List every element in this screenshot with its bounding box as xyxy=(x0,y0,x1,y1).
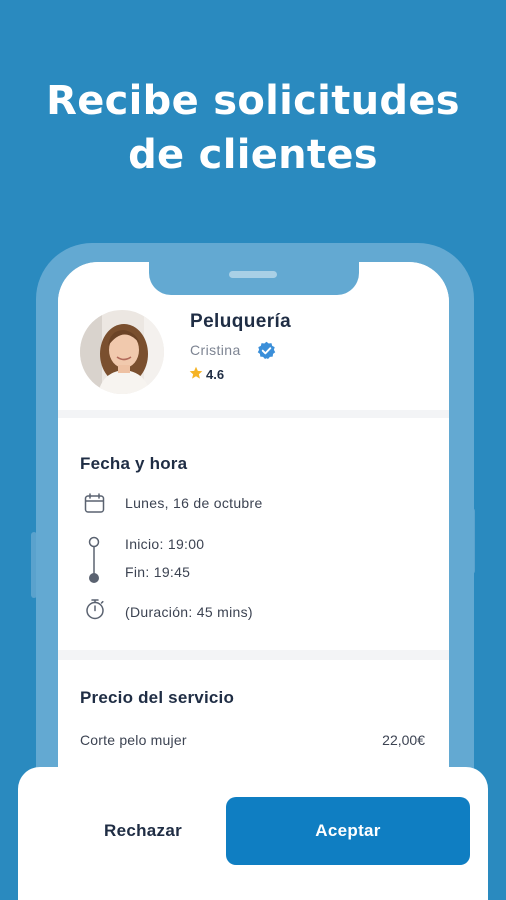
reject-button[interactable]: Rechazar xyxy=(64,797,222,865)
stopwatch-icon xyxy=(86,599,104,620)
profile-service: Peluquería xyxy=(190,311,292,332)
date-time-card: Fecha y hora Lunes, 16 de octubre Inicio… xyxy=(58,418,449,650)
start-time: Inicio: 19:00 xyxy=(125,536,205,552)
price-item-value: 22,00€ xyxy=(382,732,425,748)
phone-notch xyxy=(149,262,359,295)
avatar[interactable] xyxy=(80,310,164,394)
date-time-title: Fecha y hora xyxy=(80,454,188,473)
price-item-label: Corte pelo mujer xyxy=(80,732,187,748)
headline-line-2: de clientes xyxy=(128,132,378,178)
calendar-icon xyxy=(84,493,105,513)
accept-button[interactable]: Aceptar xyxy=(226,797,470,865)
phone-speaker xyxy=(229,271,277,278)
headline: Recibe solicitudes de clientes xyxy=(0,74,506,182)
profile-name: Cristina xyxy=(190,342,241,358)
headline-line-1: Recibe solicitudes xyxy=(46,78,460,124)
end-time: Fin: 19:45 xyxy=(125,564,191,580)
star-icon xyxy=(189,366,203,379)
duration: (Duración: 45 mins) xyxy=(125,604,253,620)
price-title: Precio del servicio xyxy=(80,688,235,707)
appointment-date: Lunes, 16 de octubre xyxy=(125,495,263,511)
timeline-icon xyxy=(88,536,100,583)
rating-value: 4.6 xyxy=(206,367,225,382)
verified-badge-icon xyxy=(257,341,276,359)
